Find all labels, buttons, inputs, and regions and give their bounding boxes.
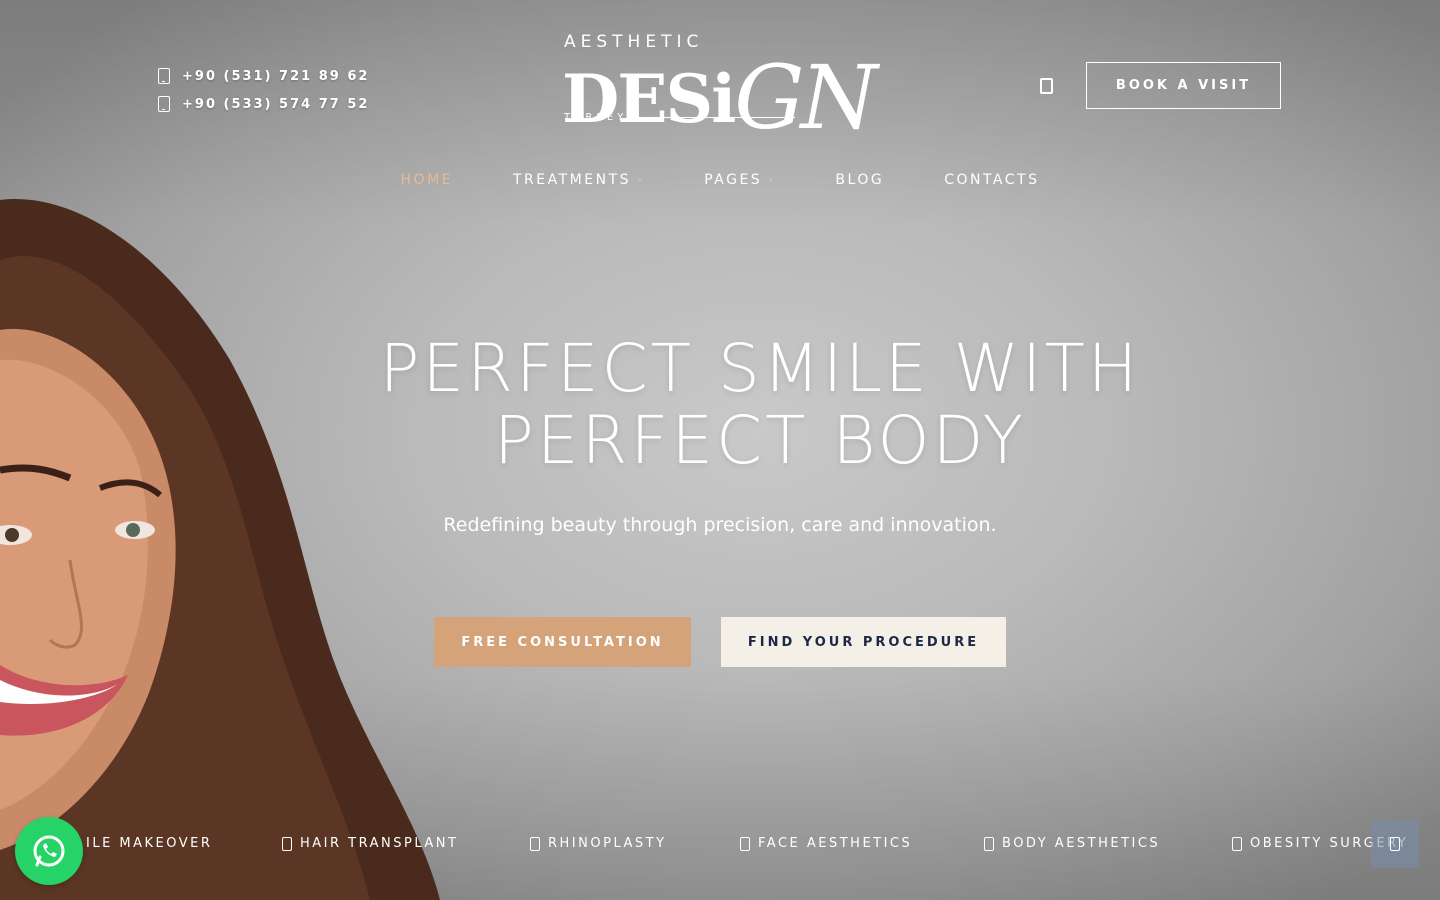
nav-item-blog[interactable]: BLOG: [835, 172, 884, 188]
ticker-item-face-aesthetics[interactable]: FACE AESTHETICS: [740, 836, 912, 851]
phone-number: +90 (533) 574 77 52: [182, 96, 370, 112]
ticker-item-label: FACE AESTHETICS: [758, 836, 913, 851]
hero-title-line-2: PERFECT BODY: [494, 402, 1026, 479]
scroll-to-top-button[interactable]: [1371, 820, 1419, 868]
search-button[interactable]: [1038, 76, 1060, 98]
ticker-item-label: RHINOPLASTY: [548, 836, 667, 851]
ticker-item-smile-makeover[interactable]: ILE MAKEOVER: [86, 836, 212, 851]
phone-icon: [158, 68, 170, 84]
ticker-item-label: HAIR TRANSPLANT: [300, 836, 459, 851]
main-navigation: HOME TREATMENTS ◦ PAGES ◦ BLOG CONTACTS: [0, 172, 1440, 188]
ticker-item-rhinoplasty[interactable]: RHINOPLASTY: [530, 836, 667, 851]
chevron-down-icon: ◦: [637, 175, 645, 185]
tooth-icon: [1232, 836, 1242, 851]
logo-main-part-1: DESi: [562, 60, 736, 138]
logo-main-part-2: GN: [734, 46, 877, 149]
ticker-item-label: BODY AESTHETICS: [1002, 836, 1161, 851]
phone-link-1[interactable]: +90 (531) 721 89 62: [158, 62, 369, 90]
nav-item-treatments[interactable]: TREATMENTS ◦: [513, 172, 644, 188]
ticker-item-hair-transplant[interactable]: HAIR TRANSPLANT: [282, 836, 458, 851]
phone-number: +90 (531) 721 89 62: [182, 68, 370, 84]
ticker-item-body-aesthetics[interactable]: BODY AESTHETICS: [984, 836, 1160, 851]
phone-link-2[interactable]: +90 (533) 574 77 52: [158, 90, 369, 118]
phone-icon: [158, 96, 170, 112]
chevron-down-icon: ◦: [768, 175, 776, 185]
find-procedure-button[interactable]: FIND YOUR PROCEDURE: [721, 617, 1006, 667]
tooth-icon: [740, 836, 750, 851]
whatsapp-chat-button[interactable]: [15, 817, 83, 885]
treatments-ticker: ILE MAKEOVER HAIR TRANSPLANT RHINOPLASTY…: [0, 830, 1440, 860]
nav-item-contacts[interactable]: CONTACTS: [944, 172, 1039, 188]
logo-bottom-text: TURKEY: [564, 112, 795, 123]
nav-item-label: PAGES: [704, 172, 763, 188]
arrow-up-icon: [1390, 837, 1400, 851]
hero-title: PERFECT SMILE WITH PERFECT BODY: [0, 333, 1440, 477]
search-icon: [1040, 78, 1053, 94]
tooth-icon: [984, 836, 994, 851]
tooth-icon: [282, 836, 292, 851]
whatsapp-icon: [33, 835, 65, 867]
ticker-item-label: ILE MAKEOVER: [86, 836, 213, 851]
header-phone-list: +90 (531) 721 89 62 +90 (533) 574 77 52: [158, 62, 369, 118]
nav-item-pages[interactable]: PAGES ◦: [704, 172, 775, 188]
free-consultation-button[interactable]: FREE CONSULTATION: [434, 617, 691, 667]
nav-item-label: BLOG: [835, 172, 885, 188]
nav-item-label: HOME: [400, 172, 453, 188]
book-visit-button[interactable]: BOOK A VISIT: [1086, 62, 1281, 109]
nav-item-label: CONTACTS: [944, 172, 1040, 188]
nav-item-label: TREATMENTS: [513, 172, 632, 188]
nav-item-home[interactable]: HOME: [401, 172, 453, 188]
tooth-icon: [530, 836, 540, 851]
hero-title-line-1: PERFECT SMILE WITH: [379, 330, 1141, 407]
hero-subtitle: Redefining beauty through precision, car…: [443, 514, 997, 536]
site-logo[interactable]: AESTHETIC DESiGN TURKEY: [560, 30, 900, 142]
